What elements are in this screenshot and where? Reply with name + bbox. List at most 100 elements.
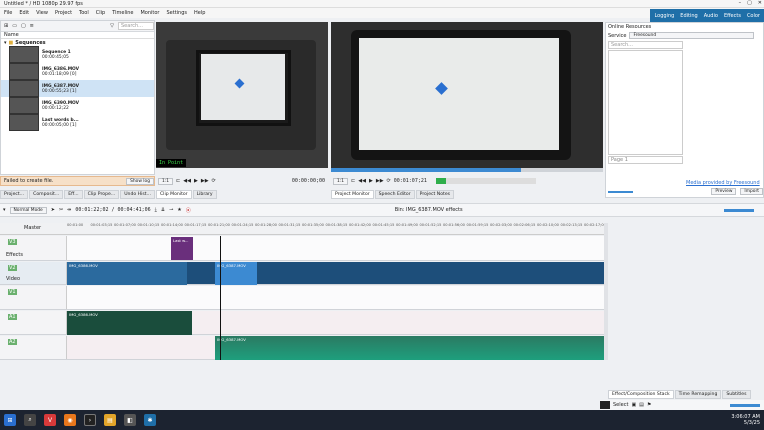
clip-zoom-select[interactable]: 1:1: [158, 177, 174, 185]
tool-icon[interactable]: ▤: [639, 402, 644, 408]
minimize-button[interactable]: –: [739, 0, 742, 6]
layout-color[interactable]: Color: [747, 13, 760, 19]
search-input[interactable]: Search...: [118, 22, 154, 30]
tab-effects[interactable]: Eff...: [64, 190, 83, 199]
loop-icon[interactable]: ⟳: [387, 178, 391, 184]
start-icon[interactable]: ⊞: [4, 414, 16, 426]
menu-tool[interactable]: Tool: [79, 10, 89, 16]
menu-file[interactable]: File: [4, 10, 12, 16]
folder-icon[interactable]: ▭: [12, 23, 17, 29]
menu-edit[interactable]: Edit: [19, 10, 29, 16]
tab-library[interactable]: Library: [192, 190, 217, 199]
set-in-icon[interactable]: ⊏: [176, 178, 180, 184]
edit-mode-select[interactable]: Normal Mode: [9, 206, 47, 214]
project-monitor[interactable]: [331, 22, 603, 168]
rewind-icon[interactable]: ◀◀: [358, 178, 366, 184]
audio-clip[interactable]: IMG_6386.MOV: [67, 311, 192, 335]
sequences-folder[interactable]: ▾ ■ Sequences: [1, 39, 154, 46]
loop-icon[interactable]: ⟳: [212, 178, 216, 184]
rewind-icon[interactable]: ◀◀: [183, 178, 191, 184]
terminal-icon[interactable]: ›: [84, 414, 96, 426]
tab-time-remapping[interactable]: Time Remapping: [674, 390, 722, 399]
tab-subtitles[interactable]: Subtitles: [722, 390, 751, 399]
track-v1[interactable]: V1: [0, 286, 604, 310]
timeline-timecode[interactable]: 00:01:22;02 / 00:04:41;06: [75, 207, 150, 213]
menu-view[interactable]: View: [36, 10, 48, 16]
track-a1[interactable]: A1 IMG_6386.MOV: [0, 311, 604, 335]
tab-clip-properties[interactable]: Clip Prope...: [83, 190, 120, 199]
page-field[interactable]: Page 1: [608, 156, 683, 164]
project-monitor-ruler[interactable]: [331, 168, 603, 172]
tab-undo-history[interactable]: Undo Hist...: [120, 190, 155, 199]
zoom-slider[interactable]: [724, 208, 754, 212]
filter-icon[interactable]: ▽: [110, 23, 114, 29]
record-icon[interactable]: ⦿: [186, 207, 191, 214]
timeline-ruler[interactable]: Master 00:01:00 00:01:03;15 00:01:07;00 00:…: [0, 223, 606, 235]
close-button[interactable]: ✕: [758, 0, 762, 6]
add-clip-icon[interactable]: ⊞: [4, 23, 8, 29]
maximize-button[interactable]: ▢: [747, 0, 752, 6]
layout-editing[interactable]: Editing: [680, 13, 697, 19]
preview-button[interactable]: Preview: [711, 188, 737, 195]
tab-project-notes[interactable]: Project Notes: [415, 190, 455, 199]
kdenlive-icon[interactable]: ✱: [144, 414, 156, 426]
volume-slider[interactable]: [608, 190, 633, 193]
bin-clip-item[interactable]: IMG_6390.MOV 00:00:12;22: [1, 97, 154, 114]
select-label[interactable]: Select: [613, 402, 628, 408]
tab-project-monitor[interactable]: Project Monitor: [331, 190, 374, 199]
show-log-button[interactable]: Show log: [126, 177, 154, 185]
forward-icon[interactable]: ▶▶: [376, 178, 384, 184]
play-icon[interactable]: ▶: [194, 178, 198, 184]
select-tool-icon[interactable]: ➤: [51, 207, 55, 213]
timeline-scrollbar[interactable]: [604, 223, 608, 360]
delete-icon[interactable]: ▢: [21, 23, 26, 29]
app-icon[interactable]: ◧: [124, 414, 136, 426]
project-timecode[interactable]: 00:01:07;21: [394, 178, 427, 184]
firefox-icon[interactable]: ◉: [64, 414, 76, 426]
audio-clip[interactable]: IMG_6387.MOV: [215, 336, 604, 360]
tab-speech-editor[interactable]: Speech Editor: [374, 190, 415, 199]
track-v2[interactable]: V2 Video IMG_6386.MOV IMG_6387.MOV: [0, 262, 604, 285]
color-swatch[interactable]: [600, 401, 610, 409]
resource-search-input[interactable]: Search...: [608, 41, 683, 49]
folder-icon[interactable]: ▤: [104, 414, 116, 426]
play-icon[interactable]: ▶: [369, 178, 373, 184]
menu-icon[interactable]: ≡: [30, 23, 34, 29]
flag-icon[interactable]: ⚑: [647, 402, 651, 408]
layout-audio[interactable]: Audio: [704, 13, 718, 19]
menu-help[interactable]: Help: [194, 10, 205, 16]
clip-monitor[interactable]: In Point: [156, 22, 328, 168]
insert-icon[interactable]: ⤓: [155, 207, 157, 213]
import-button[interactable]: Import: [740, 188, 763, 195]
track-menu-icon[interactable]: ▾: [3, 207, 6, 213]
tool-icon[interactable]: ▣: [631, 402, 636, 408]
layout-effects[interactable]: Effects: [724, 13, 741, 19]
clip-timecode[interactable]: 00:00:00;00: [292, 178, 325, 184]
track-v3[interactable]: V3 Effects Last w...: [0, 236, 604, 261]
name-column-header[interactable]: Name: [4, 32, 19, 38]
snap-icon[interactable]: ⊸: [169, 207, 173, 213]
track-a2[interactable]: A2 IMG_6387.MOV: [0, 336, 604, 360]
menu-timeline[interactable]: Timeline: [112, 10, 133, 16]
menu-clip[interactable]: Clip: [96, 10, 105, 16]
menu-monitor[interactable]: Monitor: [140, 10, 159, 16]
service-select[interactable]: Freesound: [629, 32, 755, 39]
set-in-icon[interactable]: ⊏: [351, 178, 355, 184]
tab-project[interactable]: Project...: [0, 190, 29, 199]
bin-clip-item[interactable]: IMG_6386.MOV 00:01:18;09 [0]: [1, 63, 154, 80]
menu-project[interactable]: Project: [55, 10, 72, 16]
overwrite-icon[interactable]: ⇊: [161, 207, 165, 213]
project-zoom-select[interactable]: 1:1: [333, 177, 349, 185]
playhead[interactable]: [220, 236, 221, 360]
marker-icon[interactable]: ★: [177, 207, 181, 213]
zoom-slider[interactable]: [730, 403, 760, 407]
forward-icon[interactable]: ▶▶: [201, 178, 209, 184]
chevron-down-icon[interactable]: ▾: [4, 40, 7, 46]
video-clip[interactable]: IMG_6386.MOV: [67, 262, 187, 285]
bin-clip-item[interactable]: Last words b... 00:00:05;00 [1]: [1, 114, 154, 131]
vivaldi-icon[interactable]: V: [44, 414, 56, 426]
results-list[interactable]: [608, 50, 683, 155]
razor-tool-icon[interactable]: ✂: [59, 207, 63, 213]
menu-settings[interactable]: Settings: [167, 10, 188, 16]
layout-logging[interactable]: Logging: [654, 13, 674, 19]
